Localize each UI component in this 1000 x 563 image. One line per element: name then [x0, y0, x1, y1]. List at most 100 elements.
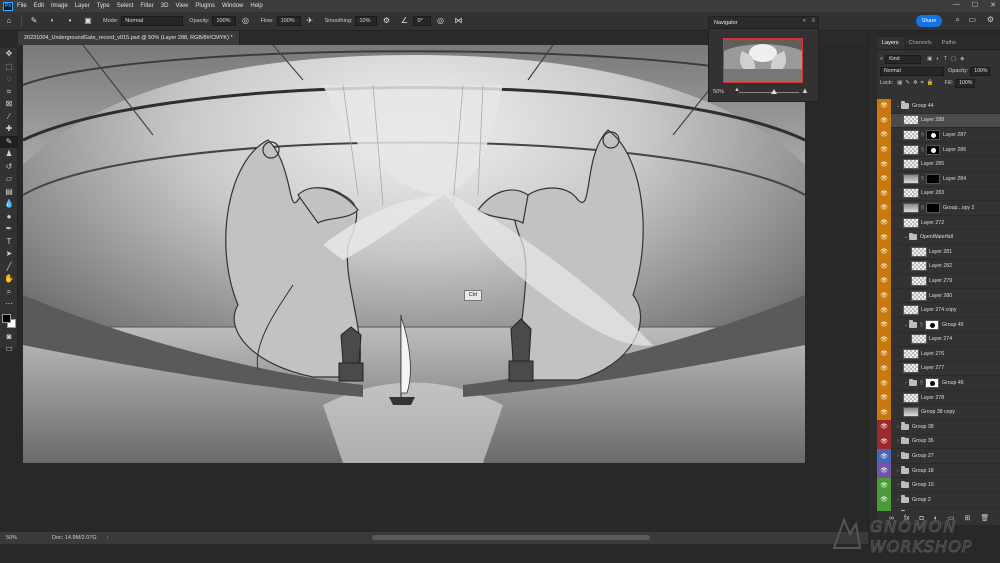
tab-paths[interactable]: Paths	[937, 37, 961, 49]
layer-row[interactable]: 👁 Layer 274 copy	[877, 302, 1000, 318]
layer-mask-thumbnail[interactable]	[925, 319, 939, 330]
path-selection-icon[interactable]: ➤	[0, 248, 18, 261]
share-button[interactable]: Share	[916, 15, 942, 27]
brush-tool-icon[interactable]: ✎	[29, 16, 39, 26]
layer-group-row[interactable]: 👁 ⌄ Group 44	[877, 98, 1000, 114]
visibility-eye-icon[interactable]: 👁	[877, 448, 891, 464]
layer-thumbnail[interactable]	[903, 363, 919, 374]
layer-name[interactable]: Group 2	[912, 497, 931, 503]
marquee-tool-icon[interactable]: ⬚	[0, 61, 18, 74]
layer-opacity-field[interactable]: 100%	[970, 66, 991, 76]
filter-icons[interactable]: ▣◐T▢◈	[927, 56, 968, 62]
visibility-eye-icon[interactable]: 👁	[877, 98, 891, 114]
layer-row[interactable]: 👁 Layer 281	[877, 244, 1000, 260]
layer-row[interactable]: 👁 Group 38 copy	[877, 404, 1000, 421]
visibility-eye-icon[interactable]: 👁	[877, 361, 891, 376]
visibility-eye-icon[interactable]: 👁	[877, 171, 891, 187]
menu-file[interactable]: File	[17, 3, 27, 9]
visibility-eye-icon[interactable]: 👁	[877, 244, 891, 260]
layer-name[interactable]: Layer 285	[921, 161, 944, 167]
layer-thumbnail[interactable]	[911, 334, 927, 345]
link-icon[interactable]: §	[921, 176, 925, 182]
frame-tool-icon[interactable]: ⊠	[0, 98, 18, 111]
visibility-eye-icon[interactable]: 👁	[877, 390, 891, 405]
visibility-eye-icon[interactable]: 👁	[877, 375, 891, 391]
mode-select[interactable]: Normal	[121, 16, 184, 26]
visibility-eye-icon[interactable]: 👁	[877, 419, 891, 435]
hand-tool-icon[interactable]: ✋	[0, 273, 18, 286]
visibility-eye-icon[interactable]: 👁	[877, 273, 891, 289]
close-icon[interactable]: ✕	[990, 1, 996, 9]
layer-thumbnail[interactable]	[903, 392, 919, 403]
visibility-eye-icon[interactable]: 👁	[877, 142, 891, 157]
visibility-eye-icon[interactable]: 👁	[877, 317, 891, 332]
layer-name[interactable]: Group 44	[912, 103, 934, 109]
layer-row[interactable]: 👁 Layer 277	[877, 361, 1000, 377]
chevron-right-icon[interactable]: ›	[107, 535, 109, 541]
zoom-in-icon[interactable]: ▲	[801, 86, 809, 95]
artwork-canvas[interactable]	[23, 45, 805, 463]
brush-settings-icon[interactable]: ▣	[83, 16, 93, 26]
visibility-eye-icon[interactable]: 👁	[877, 288, 891, 303]
menu-help[interactable]: Help	[250, 3, 262, 9]
pen-tool-icon[interactable]: ✒	[0, 223, 18, 236]
stamp-tool-icon[interactable]: ♟	[0, 148, 18, 161]
visibility-eye-icon[interactable]: 👁	[877, 346, 891, 362]
visibility-eye-icon[interactable]: 👁	[877, 156, 891, 172]
visibility-eye-icon[interactable]: 👁	[877, 259, 891, 274]
layer-thumbnail[interactable]	[903, 144, 919, 155]
layer-thumbnail[interactable]	[903, 188, 919, 199]
menu-select[interactable]: Select	[117, 3, 134, 9]
layer-name[interactable]: Layer 274 copy	[921, 307, 956, 313]
layer-thumbnail[interactable]	[911, 261, 927, 272]
layer-mask-thumbnail[interactable]	[926, 144, 940, 155]
layer-name[interactable]: Layer 274	[929, 336, 952, 342]
layer-group-row[interactable]: 👁 › Group 27	[877, 448, 1000, 464]
lasso-tool-icon[interactable]: ◌	[0, 73, 18, 86]
layer-thumbnail[interactable]	[911, 275, 927, 286]
foreground-color[interactable]	[1, 313, 11, 323]
layer-row[interactable]: 👁 Layer 279	[877, 273, 1000, 289]
maximize-icon[interactable]: ☐	[972, 1, 978, 9]
link-icon[interactable]: §	[921, 132, 925, 138]
layer-group-row[interactable]: 👁 ⌄ § Group 45	[877, 317, 1000, 333]
layer-name[interactable]: Layer 282	[929, 263, 952, 269]
layer-group-row[interactable]: 👁 › Group 36	[877, 434, 1000, 450]
layer-name[interactable]: Group 38	[912, 424, 934, 430]
fill-field[interactable]: 100%	[955, 78, 976, 88]
blend-mode-select[interactable]: Normal	[880, 66, 944, 76]
layer-thumbnail[interactable]	[903, 348, 919, 359]
navigator-view-box[interactable]	[723, 38, 803, 83]
minimize-icon[interactable]: —	[953, 1, 960, 9]
angle-icon[interactable]: ∠	[399, 16, 409, 26]
layer-name[interactable]: Group 18	[912, 468, 934, 474]
layer-thumbnail[interactable]	[903, 305, 919, 316]
visibility-eye-icon[interactable]: 👁	[877, 492, 891, 508]
layer-row[interactable]: 👁 Layer 272	[877, 215, 1000, 231]
menu-layer[interactable]: Layer	[75, 3, 90, 9]
layer-group-row[interactable]: 👁 › Group 2	[877, 492, 1000, 508]
layer-thumbnail[interactable]	[903, 407, 919, 418]
menu-window[interactable]: Window	[222, 3, 243, 9]
screen-mode-icon[interactable]: ▭	[0, 343, 18, 356]
pressure-size-icon[interactable]: ◎	[435, 16, 445, 26]
eraser-tool-icon[interactable]: ▱	[0, 173, 18, 186]
status-zoom[interactable]: 50%	[6, 535, 46, 541]
panel-menu-icon[interactable]: ≡	[811, 18, 815, 24]
lock-icons[interactable]: ▦✎✥⌗🔒	[897, 80, 936, 87]
layer-name[interactable]: Group 36	[912, 438, 934, 444]
brush-size-icon[interactable]: •	[65, 16, 75, 26]
layer-thumbnail[interactable]	[903, 115, 919, 126]
menu-3d[interactable]: 3D	[161, 3, 169, 9]
collapse-icon[interactable]: «	[803, 18, 806, 24]
visibility-eye-icon[interactable]: 👁	[877, 477, 891, 493]
visibility-eye-icon[interactable]: 👁	[877, 332, 891, 347]
visibility-eye-icon[interactable]: 👁	[877, 434, 891, 449]
brush-tool-icon[interactable]: ✎	[0, 135, 18, 148]
link-icon[interactable]: §	[921, 205, 925, 211]
layer-row[interactable]: 👁 Layer 288	[877, 113, 1000, 129]
blur-tool-icon[interactable]: 💧	[0, 198, 18, 211]
document-tab[interactable]: 20231004_UndergroundGate_record_v015.psd…	[18, 31, 240, 45]
menu-filter[interactable]: Filter	[140, 3, 153, 9]
layer-row[interactable]: 👁 Layer 285	[877, 156, 1000, 172]
